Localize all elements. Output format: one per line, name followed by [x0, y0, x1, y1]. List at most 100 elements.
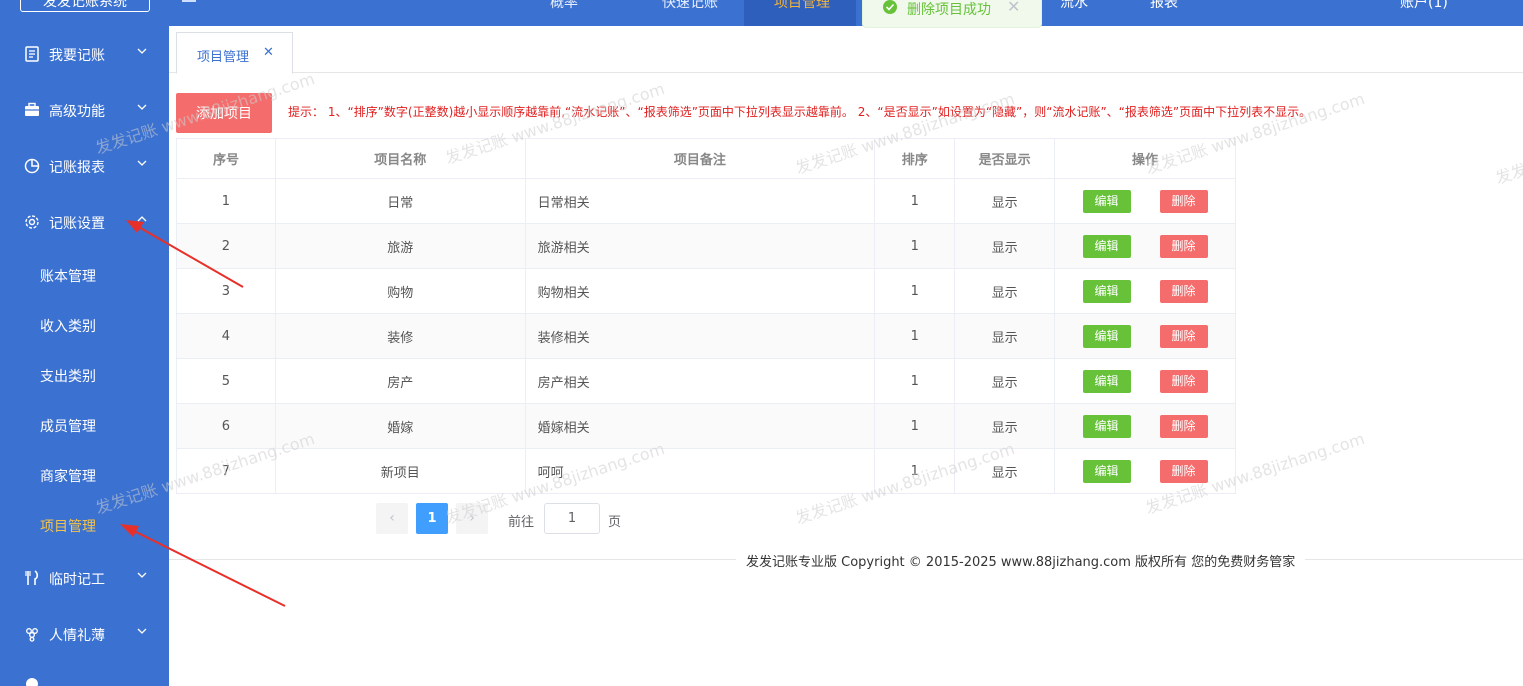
check-circle-icon	[883, 0, 897, 14]
column-header: 项目名称	[274, 138, 526, 179]
edit-button[interactable]: 编辑	[1082, 234, 1131, 258]
app-logo[interactable]: 发发记账系统	[20, 0, 150, 12]
edit-button[interactable]: 编辑	[1082, 279, 1131, 303]
edit-button[interactable]: 编辑	[1082, 414, 1131, 438]
sidebar-item-settings[interactable]: 记账设置	[0, 194, 169, 250]
top-nav-item-0[interactable]: 概率	[520, 0, 632, 26]
sidebar-item-gifts[interactable]: 人情礼薄	[0, 606, 169, 662]
cell-project-note: 购物相关	[524, 268, 876, 314]
delete-button[interactable]: 删除	[1159, 369, 1208, 393]
tab-project-management[interactable]: 项目管理 ✕	[176, 32, 293, 74]
cell-sort: 1	[874, 223, 956, 269]
table-row: 6 婚嫁 婚嫁相关 1 显示 编辑 删除	[176, 403, 1236, 449]
top-nav-item-4[interactable]: 报表	[1150, 0, 1178, 12]
cell-sort: 1	[874, 268, 956, 314]
sidebar-item-label: 人情礼薄	[49, 628, 105, 644]
cell-project-name: 房产	[274, 358, 526, 404]
cell-visible: 显示	[954, 358, 1056, 404]
chevron-up-icon	[137, 216, 147, 222]
column-header: 是否显示	[954, 138, 1056, 179]
edit-button[interactable]: 编辑	[1082, 369, 1131, 393]
top-nav-item-1[interactable]: 快速记账	[632, 0, 744, 26]
chevron-down-icon	[137, 104, 147, 110]
column-header: 序号	[176, 138, 276, 179]
column-header: 项目备注	[524, 138, 876, 179]
table-row: 1 日常 日常相关 1 显示 编辑 删除	[176, 178, 1236, 224]
sidebar-item-label: 我要记账	[49, 48, 105, 64]
cell-visible: 显示	[954, 313, 1056, 359]
sidebar-sub-expense[interactable]: 支出类别	[0, 350, 169, 400]
account-menu[interactable]: 账户(1)	[1400, 0, 1448, 12]
cell-index: 2	[176, 223, 276, 269]
sidebar-item-temp-work[interactable]: 临时记工	[0, 550, 169, 606]
tab-bar: 项目管理 ✕	[169, 26, 1523, 74]
page-unit-label: 页	[608, 515, 622, 530]
cell-actions: 编辑 删除	[1054, 268, 1236, 314]
close-icon[interactable]: ✕	[263, 45, 274, 60]
cell-sort: 1	[874, 178, 956, 224]
sidebar-item-label: 记账报表	[49, 160, 105, 176]
sidebar-item-partial	[26, 678, 38, 686]
utensils-icon	[25, 570, 39, 585]
sidebar: 我要记账 高级功能 记账报表 记账设置 账本管理 收入类别 支出类别 成员管理 …	[0, 26, 169, 686]
cell-actions: 编辑 删除	[1054, 178, 1236, 224]
delete-button[interactable]: 删除	[1159, 189, 1208, 213]
cell-project-name: 装修	[274, 313, 526, 359]
top-nav-item-3[interactable]: 流水	[1060, 0, 1088, 12]
sidebar-item-record[interactable]: 我要记账	[0, 26, 169, 82]
delete-button[interactable]: 删除	[1159, 279, 1208, 303]
delete-button[interactable]: 删除	[1159, 234, 1208, 258]
sidebar-sub-merchants[interactable]: 商家管理	[0, 450, 169, 500]
success-toast: 删除项目成功 ✕	[862, 0, 1042, 28]
top-nav: 概率 快速记账 项目管理	[520, 0, 856, 26]
sidebar-item-label: 高级功能	[49, 104, 105, 120]
next-page-button[interactable]: ›	[456, 503, 488, 534]
sidebar-item-label: 记账设置	[49, 216, 105, 232]
delete-button[interactable]: 删除	[1159, 459, 1208, 483]
watermark-text: 发发记账 www.88jizhang.com	[1493, 99, 1523, 188]
sidebar-sub-income[interactable]: 收入类别	[0, 300, 169, 350]
cell-index: 3	[176, 268, 276, 314]
sidebar-sub-ledger[interactable]: 账本管理	[0, 250, 169, 300]
project-table: 序号 项目名称 项目备注 排序 是否显示 操作 1 日常 日常相关 1 显示 编辑 删除 2 旅…	[176, 138, 1236, 494]
pie-chart-icon	[24, 158, 40, 174]
cell-index: 6	[176, 403, 276, 449]
add-project-button[interactable]: 添加项目	[176, 93, 272, 133]
table-header-row: 序号 项目名称 项目备注 排序 是否显示 操作	[176, 138, 1236, 179]
sidebar-item-reports[interactable]: 记账报表	[0, 138, 169, 194]
edit-button[interactable]: 编辑	[1082, 459, 1131, 483]
footer-text: 发发记账专业版 Copyright © 2015-2025 www.88jizh…	[736, 551, 1306, 570]
sidebar-sub-members[interactable]: 成员管理	[0, 400, 169, 450]
cell-project-note: 婚嫁相关	[524, 403, 876, 449]
menu-toggle-icon[interactable]	[182, 0, 196, 2]
cell-actions: 编辑 删除	[1054, 358, 1236, 404]
cell-project-note: 呵呵	[524, 448, 876, 494]
sidebar-sub-projects[interactable]: 项目管理	[0, 500, 169, 550]
top-nav-item-2[interactable]: 项目管理	[744, 0, 856, 26]
close-icon[interactable]: ✕	[1007, 0, 1020, 16]
cell-actions: 编辑 删除	[1054, 403, 1236, 449]
table-row: 7 新项目 呵呵 1 显示 编辑 删除	[176, 448, 1236, 494]
cell-project-name: 购物	[274, 268, 526, 314]
cell-project-note: 房产相关	[524, 358, 876, 404]
cell-sort: 1	[874, 313, 956, 359]
goto-page-input[interactable]	[544, 503, 600, 534]
column-header: 操作	[1054, 138, 1236, 179]
sidebar-item-label: 临时记工	[49, 572, 105, 588]
cell-visible: 显示	[954, 403, 1056, 449]
edit-button[interactable]: 编辑	[1082, 189, 1131, 213]
chevron-down-icon	[137, 628, 147, 634]
edit-button[interactable]: 编辑	[1082, 324, 1131, 348]
cell-index: 5	[176, 358, 276, 404]
cell-project-name: 婚嫁	[274, 403, 526, 449]
prev-page-button[interactable]: ‹	[376, 503, 408, 534]
chevron-down-icon	[137, 572, 147, 578]
cell-actions: 编辑 删除	[1054, 313, 1236, 359]
cell-project-name: 新项目	[274, 448, 526, 494]
cell-project-note: 装修相关	[524, 313, 876, 359]
page-1-button[interactable]: 1	[416, 503, 448, 534]
cell-actions: 编辑 删除	[1054, 448, 1236, 494]
delete-button[interactable]: 删除	[1159, 324, 1208, 348]
sidebar-item-advanced[interactable]: 高级功能	[0, 82, 169, 138]
delete-button[interactable]: 删除	[1159, 414, 1208, 438]
